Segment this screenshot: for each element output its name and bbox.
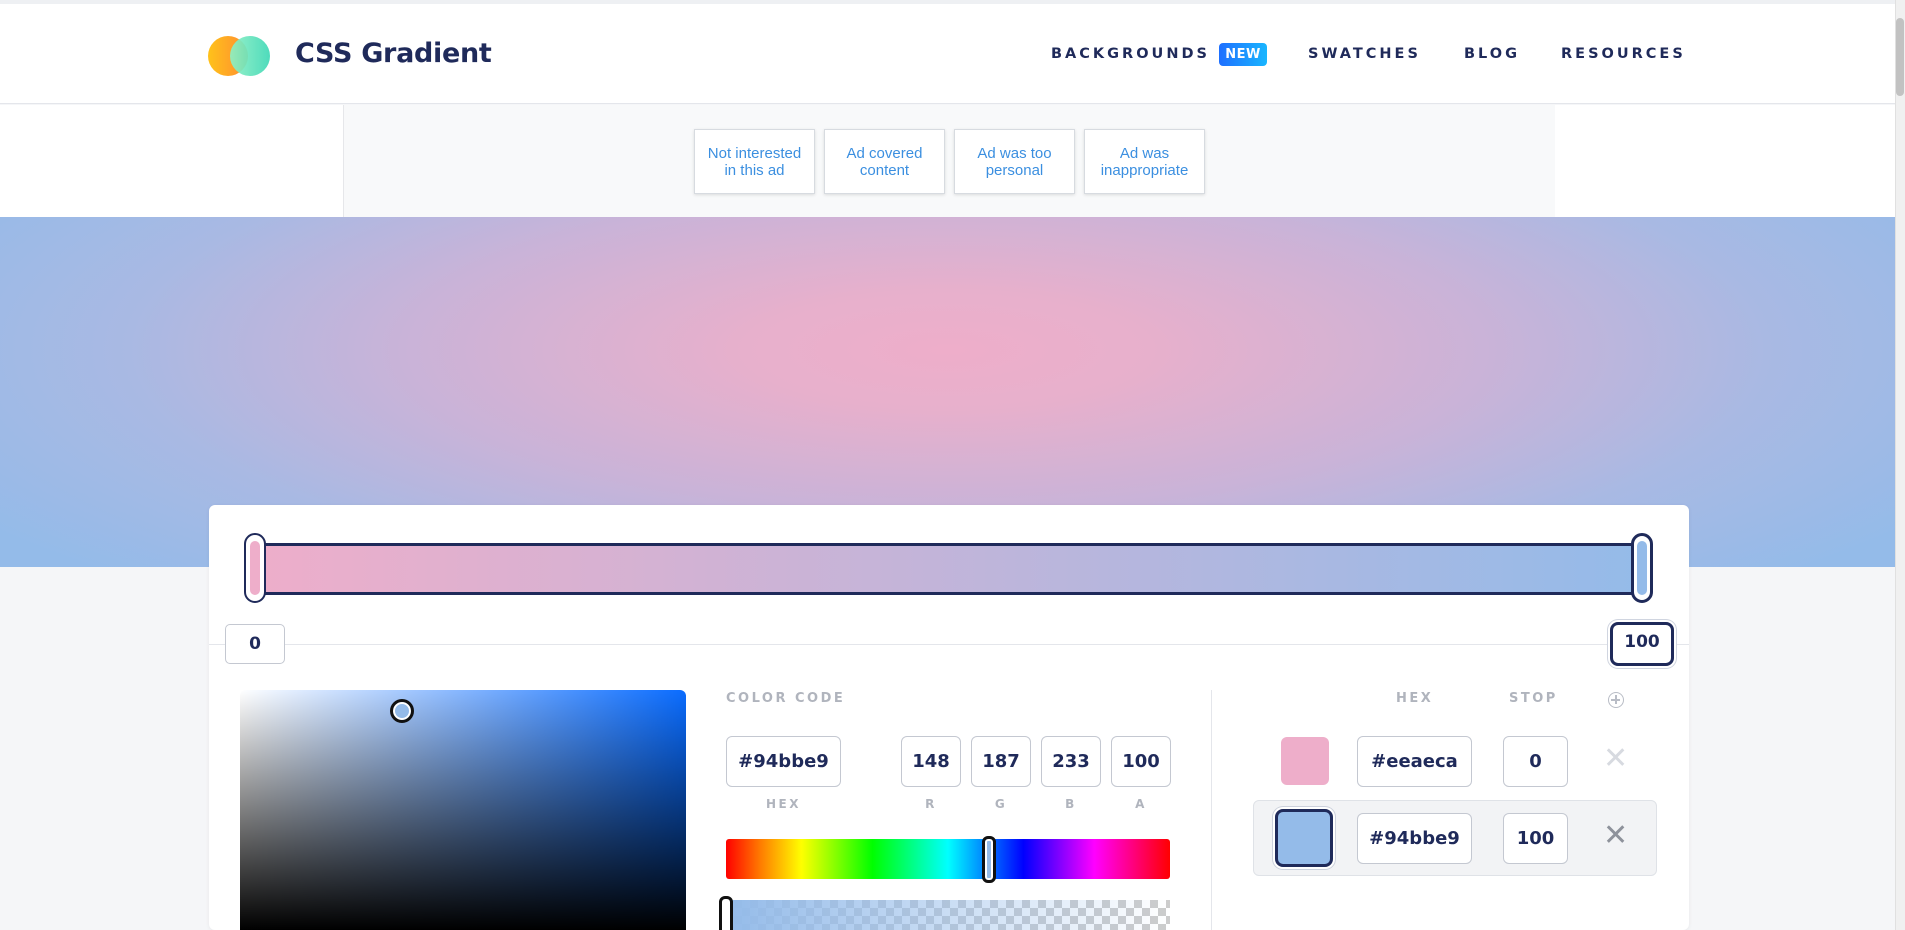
- stop-column-header: STOP: [1509, 691, 1558, 706]
- add-stop-icon[interactable]: [1608, 692, 1624, 708]
- stop-hex-input-1[interactable]: #94bbe9: [1357, 813, 1472, 864]
- picker-cursor[interactable]: [390, 699, 414, 723]
- logo-icon[interactable]: [208, 34, 280, 78]
- site-header: CSS Gradient BACKGROUNDS SWATCHES BLOG R…: [0, 4, 1895, 104]
- ad-feedback-inappropriate[interactable]: Ad was inappropriate: [1084, 129, 1205, 194]
- ad-feedback-area: Not interested in this ad Ad covered con…: [343, 105, 1555, 217]
- remove-stop-0-icon[interactable]: ✕: [1603, 744, 1628, 774]
- r-sublabel: R: [925, 797, 937, 811]
- b-sublabel: B: [1065, 797, 1077, 811]
- saturation-value-picker[interactable]: [240, 690, 686, 930]
- stop-swatch-0[interactable]: [1281, 737, 1329, 785]
- a-sublabel: A: [1135, 797, 1147, 811]
- ad-feedback-too-personal[interactable]: Ad was too personal: [954, 129, 1075, 194]
- track-divider: [209, 644, 1689, 645]
- hue-slider[interactable]: [726, 839, 1170, 879]
- page-scrollbar[interactable]: [1895, 0, 1905, 930]
- green-input[interactable]: 187: [971, 736, 1031, 787]
- panel-divider: [1211, 690, 1212, 930]
- color-code-label: COLOR CODE: [726, 691, 846, 706]
- stop-value-input-0[interactable]: 0: [1503, 736, 1568, 787]
- stop-value-input-1[interactable]: 100: [1503, 813, 1568, 864]
- ad-margin-left: [0, 105, 343, 217]
- ad-feedback-covered-content[interactable]: Ad covered content: [824, 129, 945, 194]
- stop-hex-input-0[interactable]: #eeaeca: [1357, 736, 1472, 787]
- stop-swatch-1[interactable]: [1275, 809, 1333, 867]
- nav-swatches[interactable]: SWATCHES: [1308, 46, 1421, 62]
- hex-sublabel: HEX: [766, 797, 801, 811]
- nav-blog[interactable]: BLOG: [1464, 46, 1520, 62]
- g-sublabel: G: [994, 797, 1008, 811]
- blue-input[interactable]: 233: [1041, 736, 1101, 787]
- scrollbar-thumb[interactable]: [1896, 18, 1904, 96]
- nav-backgrounds[interactable]: BACKGROUNDS: [1051, 46, 1210, 62]
- ad-feedback-not-interested[interactable]: Not interested in this ad: [694, 129, 815, 194]
- red-input[interactable]: 148: [901, 736, 961, 787]
- stop-position-1[interactable]: 100: [1610, 622, 1674, 666]
- ad-margin-right: [1555, 105, 1895, 217]
- stop-position-0[interactable]: 0: [225, 624, 285, 664]
- stop-handle-1[interactable]: [1631, 533, 1653, 603]
- hex-input[interactable]: #94bbe9: [726, 736, 841, 787]
- hex-column-header: HEX: [1396, 691, 1434, 706]
- brand-name[interactable]: CSS Gradient: [295, 38, 492, 69]
- nav-resources[interactable]: RESOURCES: [1561, 46, 1686, 62]
- new-badge: NEW: [1219, 43, 1267, 66]
- stop-handle-0[interactable]: [244, 533, 266, 603]
- alpha-slider-thumb[interactable]: [719, 896, 733, 930]
- remove-stop-1-icon[interactable]: ✕: [1603, 821, 1628, 851]
- alpha-slider[interactable]: [726, 900, 1170, 930]
- alpha-input[interactable]: 100: [1111, 736, 1171, 787]
- gradient-track[interactable]: [247, 543, 1650, 595]
- hue-slider-thumb[interactable]: [982, 836, 996, 883]
